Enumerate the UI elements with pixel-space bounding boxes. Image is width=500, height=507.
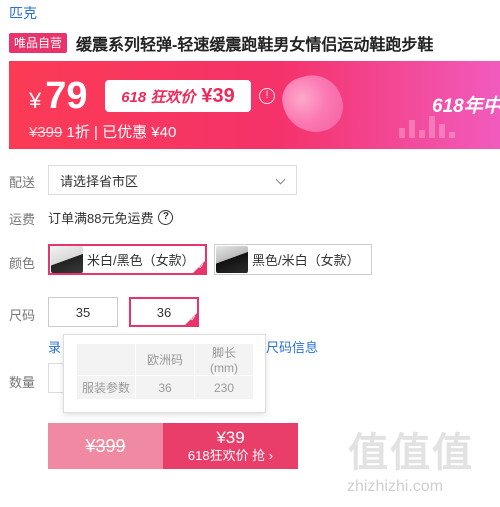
price-value: 79 xyxy=(45,75,88,117)
table-cell: 服装参数 xyxy=(77,376,135,399)
watermark-url: zhizhizhi.com xyxy=(347,478,444,495)
table-header-cell: 欧洲码 xyxy=(136,344,194,375)
size-option-label: 36 xyxy=(156,304,172,320)
price-details: ¥399 1折 | 已优惠 ¥40 xyxy=(29,121,176,142)
quantity-stepper[interactable] xyxy=(48,363,64,393)
buy-promo: ¥39 618狂欢价 抢 › xyxy=(163,423,298,469)
watermark-logo: 值值值 xyxy=(348,431,474,475)
table-cell: 230 xyxy=(195,376,253,399)
color-option-label: 米白/黑色（女款） xyxy=(87,253,195,268)
discount-text: 1折 | 已优惠 ¥40 xyxy=(66,124,177,141)
table-row: 服装参数 36 230 xyxy=(77,376,253,399)
shoe-thumbnail xyxy=(216,246,248,273)
title-row: 唯品自营 缓震系列轻弹-轻速缓震跑鞋男女情侣运动鞋跑步鞋 xyxy=(9,31,433,55)
festival-text: 618年中特 xyxy=(432,96,500,117)
region-placeholder: 请选择省市区 xyxy=(60,173,139,189)
quantity-label: 数量 xyxy=(9,375,36,390)
decorative-blob-icon xyxy=(276,67,350,141)
promo-label: 618 狂欢价 xyxy=(121,88,196,106)
buy-cta: 618狂欢价 抢 › xyxy=(187,448,274,464)
promo-price: ¥39 xyxy=(201,84,235,107)
current-price: ¥ 79 xyxy=(29,75,88,118)
selected-check-icon xyxy=(184,312,198,326)
selected-check-icon xyxy=(192,260,206,274)
brand-link[interactable]: 匹克 xyxy=(9,3,37,23)
color-option-label: 黑色/米白（女款） xyxy=(252,253,360,268)
size-table: 欧洲码 脚长(mm) 服装参数 36 230 xyxy=(76,343,254,400)
decorative-bars xyxy=(399,116,455,138)
question-icon[interactable]: ? xyxy=(158,210,174,225)
partial-link-text[interactable]: 录 xyxy=(48,337,61,356)
buy-original-price: ¥399 xyxy=(48,423,163,469)
size-option-35[interactable]: 35 xyxy=(48,297,118,327)
color-option-white-black[interactable]: 米白/黑色（女款） xyxy=(48,244,207,275)
info-icon[interactable]: ! xyxy=(259,88,275,104)
size-tooltip: 欧洲码 脚长(mm) 服装参数 36 230 xyxy=(63,334,266,413)
color-option-black-white[interactable]: 黑色/米白（女款） xyxy=(214,244,372,275)
buy-price: ¥39 xyxy=(216,428,245,447)
delivery-label: 配送 xyxy=(9,175,36,190)
shoe-thumbnail xyxy=(51,246,83,273)
shipping-label: 运费 xyxy=(9,212,36,227)
self-operated-badge: 唯品自营 xyxy=(9,33,68,53)
promo-price-tag: 618 狂欢价 ¥39 xyxy=(105,80,251,112)
table-header-cell xyxy=(77,344,135,375)
price-banner: ¥ 79 618 狂欢价 ¥39 ! ¥399 1折 | 已优惠 ¥40 618… xyxy=(9,61,500,149)
currency-symbol: ¥ xyxy=(29,88,42,113)
buy-original-price-text: ¥399 xyxy=(85,435,126,456)
size-option-36[interactable]: 36 xyxy=(129,297,199,327)
size-label: 尺码 xyxy=(9,308,36,323)
table-row: 欧洲码 脚长(mm) xyxy=(77,344,253,375)
shipping-info: 订单满88元免运费 ? xyxy=(48,208,174,227)
table-header-cell: 脚长(mm) xyxy=(195,344,253,375)
table-cell: 36 xyxy=(136,376,194,399)
buy-button[interactable]: ¥399 ¥39 618狂欢价 抢 › xyxy=(48,423,298,469)
size-info-link[interactable]: 尺码信息 xyxy=(266,337,318,356)
original-price: ¥399 xyxy=(29,124,63,141)
shipping-text: 订单满88元免运费 xyxy=(48,211,154,226)
product-title: 缓震系列轻弹-轻速缓震跑鞋男女情侣运动鞋跑步鞋 xyxy=(76,37,434,54)
region-select[interactable]: 请选择省市区 xyxy=(48,165,297,195)
color-label: 颜色 xyxy=(9,256,36,271)
chevron-down-icon xyxy=(275,174,286,185)
